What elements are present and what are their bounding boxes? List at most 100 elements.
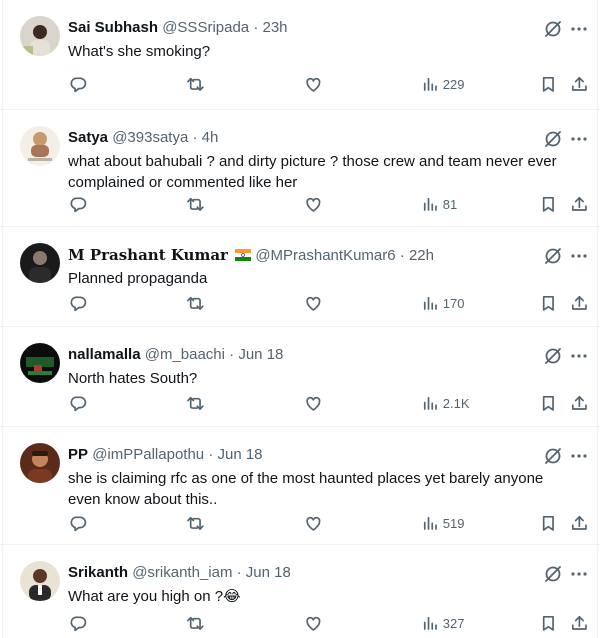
reply-tweet[interactable]: Satya @393satya · 4h what about bahubali… — [0, 110, 600, 227]
views-button[interactable]: 519 — [421, 513, 464, 533]
timestamp[interactable]: 22h — [409, 247, 434, 264]
like-button[interactable] — [304, 74, 323, 94]
views-button[interactable]: 81 — [421, 194, 457, 214]
author-name[interactable]: Satya — [68, 129, 108, 146]
share-icon — [571, 615, 587, 630]
action-bar: 81 — [0, 194, 600, 214]
bookmark-button[interactable] — [539, 393, 558, 413]
views-icon — [423, 296, 437, 310]
more-icon[interactable] — [569, 446, 589, 466]
reply-button[interactable] — [69, 74, 88, 94]
author-name[interactable]: nallamalla — [68, 346, 141, 363]
grok-icon[interactable] — [543, 246, 563, 266]
like-button[interactable] — [304, 393, 323, 413]
reply-button[interactable] — [69, 613, 88, 633]
author-handle[interactable]: @m_baachi — [145, 346, 225, 363]
reply-tweet[interactable]: M Prashant Kumar @MPrashantKumar6 · 22h … — [0, 227, 600, 327]
reply-tweet[interactable]: nallamalla @m_baachi · Jun 18 North hate… — [0, 327, 600, 427]
more-icon[interactable] — [569, 564, 589, 584]
more-icon[interactable] — [569, 19, 589, 39]
author-name[interactable]: Srikanth — [68, 564, 128, 581]
share-icon — [571, 515, 587, 530]
action-bar: 519 — [0, 513, 600, 533]
retweet-button[interactable] — [186, 194, 205, 214]
grok-icon[interactable] — [543, 19, 563, 39]
avatar[interactable] — [20, 16, 60, 56]
bookmark-button[interactable] — [539, 613, 558, 633]
like-button[interactable] — [304, 293, 323, 313]
more-icon[interactable] — [569, 129, 589, 149]
tweet-header: PP @imPPallapothu · Jun 18 — [68, 445, 263, 465]
author-name[interactable]: M Prashant Kumar — [68, 246, 228, 264]
author-name[interactable]: PP — [68, 446, 88, 463]
retweet-button[interactable] — [186, 393, 205, 413]
share-button[interactable] — [570, 194, 589, 214]
retweet-button[interactable] — [186, 293, 205, 313]
reply-button[interactable] — [69, 194, 88, 214]
separator: · — [399, 247, 405, 264]
views-count: 170 — [442, 295, 465, 311]
like-button[interactable] — [304, 613, 323, 633]
share-icon — [571, 295, 587, 310]
avatar[interactable] — [20, 126, 60, 166]
retweet-button[interactable] — [186, 74, 205, 94]
views-count: 81 — [442, 196, 458, 212]
like-button[interactable] — [304, 513, 323, 533]
like-icon — [306, 516, 321, 531]
reply-icon — [70, 197, 87, 212]
retweet-button[interactable] — [186, 513, 205, 533]
avatar[interactable] — [20, 561, 60, 601]
bookmark-button[interactable] — [539, 74, 558, 94]
reply-button[interactable] — [69, 293, 88, 313]
reply-button[interactable] — [69, 513, 88, 533]
share-icon — [571, 196, 587, 211]
views-button[interactable]: 170 — [421, 293, 464, 313]
like-icon — [306, 616, 321, 631]
bookmark-button[interactable] — [539, 513, 558, 533]
avatar[interactable] — [20, 343, 60, 383]
tweet-header: Sai Subhash @SSSripada · 23h — [68, 18, 288, 38]
author-handle[interactable]: @imPPallapothu — [92, 446, 204, 463]
reply-tweet[interactable]: PP @imPPallapothu · Jun 18 she is claimi… — [0, 427, 600, 545]
author-handle[interactable]: @MPrashantKumar6 — [255, 247, 395, 264]
timestamp[interactable]: Jun 18 — [238, 346, 283, 363]
views-button[interactable]: 229 — [421, 74, 464, 94]
author-handle[interactable]: @SSSripada — [162, 19, 249, 36]
share-button[interactable] — [570, 613, 589, 633]
views-icon — [423, 197, 437, 211]
timestamp[interactable]: Jun 18 — [246, 564, 291, 581]
avatar[interactable] — [20, 243, 60, 283]
share-button[interactable] — [570, 513, 589, 533]
bookmark-button[interactable] — [539, 293, 558, 313]
share-button[interactable] — [570, 293, 589, 313]
author-handle[interactable]: @393satya — [112, 129, 188, 146]
more-icon[interactable] — [569, 346, 589, 366]
reply-tweet[interactable]: Srikanth @srikanth_iam · Jun 18 What are… — [0, 545, 600, 638]
share-button[interactable] — [570, 393, 589, 413]
views-count: 327 — [442, 615, 465, 631]
reply-tweet[interactable]: Sai Subhash @SSSripada · 23h What's she … — [0, 0, 600, 110]
reply-button[interactable] — [69, 393, 88, 413]
grok-icon[interactable] — [543, 346, 563, 366]
reply-icon — [70, 296, 87, 311]
views-button[interactable]: 327 — [421, 613, 464, 633]
more-icon[interactable] — [569, 246, 589, 266]
author-name[interactable]: Sai Subhash — [68, 19, 158, 36]
grok-icon[interactable] — [543, 129, 563, 149]
tweet-header: nallamalla @m_baachi · Jun 18 — [68, 345, 283, 365]
views-count: 229 — [442, 76, 465, 92]
like-button[interactable] — [304, 194, 323, 214]
tweet-text: What are you high on ?😂 — [68, 588, 241, 605]
grok-icon[interactable] — [543, 564, 563, 584]
timestamp[interactable]: 4h — [202, 129, 219, 146]
timestamp[interactable]: Jun 18 — [217, 446, 262, 463]
timestamp[interactable]: 23h — [263, 19, 288, 36]
bookmark-button[interactable] — [539, 194, 558, 214]
retweet-button[interactable] — [186, 613, 205, 633]
grok-icon[interactable] — [543, 446, 563, 466]
views-button[interactable]: 2.1K — [421, 393, 470, 413]
share-button[interactable] — [570, 74, 589, 94]
author-handle[interactable]: @srikanth_iam — [132, 564, 232, 581]
avatar[interactable] — [20, 443, 60, 483]
bookmark-icon — [542, 196, 554, 212]
